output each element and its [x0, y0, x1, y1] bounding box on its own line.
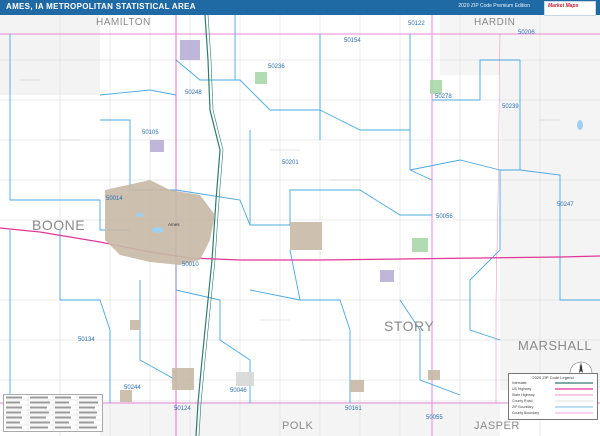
zip-label-50154: 50154 [344, 38, 361, 44]
kelley-urban [130, 320, 140, 330]
zip-label-50278: 50278 [435, 94, 452, 100]
county-label-hamilton: HAMILTON [96, 17, 151, 28]
maxwell-urban [350, 380, 364, 392]
edition-label: 2020 ZIP Code Premium Edition [458, 3, 530, 9]
cambridge-urban [236, 372, 254, 386]
county-label-marshall: MARSHALL [518, 338, 593, 353]
zip-label-50201: 50201 [282, 160, 299, 166]
zip-label-50122: 50122 [408, 21, 425, 27]
index-table-grid [4, 395, 102, 431]
zip-label-50236: 50236 [268, 64, 285, 70]
zip-label-50247: 50247 [557, 202, 574, 208]
zip-label-50248: 50248 [185, 90, 202, 96]
zip-label-50046: 50046 [230, 388, 247, 394]
zip-label-50056: 50056 [436, 214, 453, 220]
map-frame: AMES, IA METROPOLITAN STATISTICAL AREA 2… [0, 0, 600, 436]
compass-label: N [580, 364, 583, 369]
mcallister-urban [380, 270, 394, 282]
logo-text: Market Maps [548, 3, 579, 9]
gilbert-urban [150, 140, 164, 152]
slater-urban [120, 390, 132, 402]
story-city-urban [180, 40, 200, 60]
zip-label-50206: 50206 [518, 30, 535, 36]
zip-label-50239: 50239 [502, 104, 519, 110]
nevada-urban [290, 222, 322, 250]
zip-label-50105: 50105 [142, 130, 159, 136]
zearing-urban [430, 80, 442, 94]
title-bar: AMES, IA METROPOLITAN STATISTICAL AREA 2… [0, 0, 600, 16]
county-label-polk: POLK [282, 420, 314, 432]
zip-label-50124: 50124 [174, 406, 191, 412]
collins-urban [428, 370, 440, 380]
city-label-ames: Ames [168, 222, 180, 227]
map-title: AMES, IA METROPOLITAN STATISTICAL AREA [6, 2, 196, 11]
map-canvas[interactable] [0, 0, 600, 436]
county-label-story: STORY [384, 318, 435, 334]
map-legend: 2020 ZIP Code Legend Interstate US Highw… [508, 373, 598, 420]
zip-label-50161: 50161 [345, 406, 362, 412]
publisher-logo: Market Maps [544, 1, 596, 16]
colo-urban [412, 238, 428, 252]
county-label-jasper: JASPER [474, 420, 520, 432]
zip-label-50010: 50010 [182, 262, 199, 268]
zip-index-table [3, 394, 103, 432]
county-label-boone: BOONE [32, 217, 86, 233]
county-label-hardin: HARDIN [474, 17, 516, 28]
huxley-urban [172, 368, 194, 390]
hamilton-county-area [0, 15, 100, 95]
legend-swatches [555, 382, 593, 414]
zip-label-50244: 50244 [124, 385, 141, 391]
zip-label-50055: 50055 [426, 415, 443, 421]
zip-label-50014: 50014 [106, 196, 123, 202]
zip-label-50134: 50134 [78, 337, 95, 343]
roland-urban [255, 72, 267, 84]
